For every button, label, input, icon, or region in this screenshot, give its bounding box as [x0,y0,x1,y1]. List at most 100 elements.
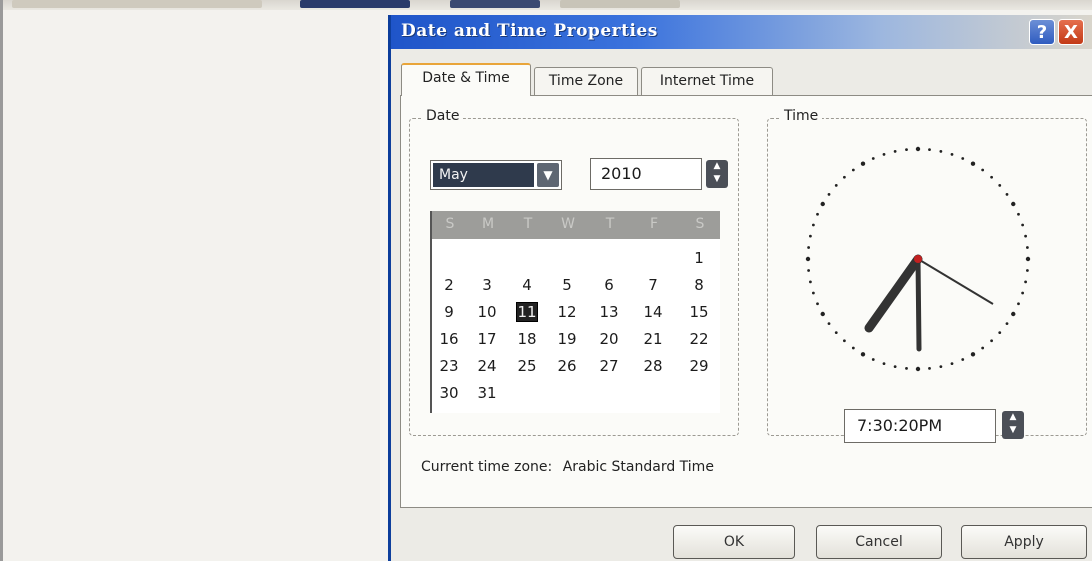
calendar-day[interactable]: 9 [434,301,464,323]
clock-dot [1011,311,1016,317]
spin-up-icon[interactable]: ▲ [706,160,728,173]
chevron-down-icon[interactable]: ▼ [537,163,559,187]
ok-button[interactable]: OK [673,525,795,559]
clock-dot [915,366,921,372]
calendar-day[interactable]: 4 [512,274,542,296]
clock-dot [990,175,994,179]
clock-dot [860,161,866,166]
calendar-day[interactable]: 26 [552,355,582,377]
calendar-day[interactable]: 10 [472,301,502,323]
clock-dot [939,365,943,368]
clock-dot [871,358,875,361]
weekday-label: W [561,216,575,232]
calendar-day[interactable]: 13 [594,301,624,323]
clock-dot [970,161,976,166]
calendar-day[interactable]: 17 [472,328,502,350]
calendar-day[interactable]: 2 [434,274,464,296]
calendar-day[interactable]: 22 [684,328,714,350]
apply-button[interactable]: Apply [961,525,1087,559]
clock-dot [842,339,846,343]
current-timezone: Current time zone: Arabic Standard Time [421,459,714,475]
calendar-day[interactable]: 1 [684,247,714,269]
help-button[interactable]: ? [1029,19,1055,45]
weekday-label: T [523,216,533,232]
tab-internet-time[interactable]: Internet Time [641,67,773,95]
calendar-day[interactable]: 29 [684,355,714,377]
clock-dot [981,168,985,172]
spin-up-icon[interactable]: ▲ [1002,411,1024,424]
clock-dot [809,280,812,284]
clock-dot [827,322,831,326]
title-bar[interactable]: Date and Time Properties ? X [391,15,1092,49]
clock-dot [928,366,931,370]
month-value: May [433,163,534,187]
clock-dot [939,150,943,153]
clock-dot [1005,322,1009,326]
calendar-day[interactable]: 6 [594,274,624,296]
calendar-day[interactable]: 7 [638,274,668,296]
tab-date-time[interactable]: Date & Time [401,63,531,96]
clock-dot [1025,256,1031,262]
weekday-label: S [695,216,705,232]
clock-dot [816,302,819,306]
weekday-header: S M T W T F S [432,211,720,239]
calendar-day[interactable]: 20 [594,328,624,350]
clock-dot [834,331,838,335]
clock-dot [905,366,908,370]
cancel-button[interactable]: Cancel [816,525,942,559]
calendar-day[interactable]: 14 [638,301,668,323]
close-button[interactable]: X [1058,19,1084,45]
clock-dot [990,339,994,343]
calendar-day[interactable]: 5 [552,274,582,296]
calendar-day[interactable]: 27 [594,355,624,377]
calendar-day[interactable]: 28 [638,355,668,377]
calendar-day[interactable]: 21 [638,328,668,350]
spin-down-icon[interactable]: ▼ [706,173,728,186]
clock-dot [1005,192,1009,196]
time-group-label: Time [780,108,823,124]
calendar-day[interactable]: 18 [512,328,542,350]
analog-clock [805,146,1031,372]
month-calendar[interactable]: S M T W T F S 1 2 3 4 5 6 7 8 9 10 11 12 13 14 15 16 17 1… [430,211,720,413]
weekday-label: M [481,216,495,232]
clock-dot [811,223,815,227]
calendar-day[interactable]: 3 [472,274,502,296]
clock-dot [950,362,954,366]
tab-panel-date-time: Date May ▼ 2010 ▲ ▼ S M T W T F S 1 2 3 … [400,95,1092,508]
month-dropdown[interactable]: May ▼ [430,160,562,190]
clock-dot [950,152,954,156]
clock-dot [851,346,855,350]
clock-dot [998,183,1002,187]
time-spinner[interactable]: ▲ ▼ [1002,411,1024,439]
clock-dot [860,352,866,357]
calendar-day[interactable]: 24 [472,355,502,377]
clock-dot [915,146,921,152]
calendar-day[interactable]: 19 [552,328,582,350]
clock-dot [1021,291,1025,295]
clock-dot [871,157,875,160]
clock-center [914,255,922,263]
weekday-label: F [649,216,659,232]
year-field[interactable]: 2010 [590,158,702,190]
calendar-day[interactable]: 23 [434,355,464,377]
clock-dot [970,352,976,357]
weekday-label: S [445,216,455,232]
calendar-day[interactable]: 30 [434,382,464,404]
tab-time-zone[interactable]: Time Zone [534,67,638,95]
clock-dot [961,358,965,361]
clock-dot [807,246,811,249]
calendar-day[interactable]: 25 [512,355,542,377]
clock-dot [893,365,897,368]
calendar-day[interactable]: 8 [684,274,714,296]
clock-dot [928,148,931,152]
clock-dot [893,150,897,153]
time-field[interactable]: 7:30:20PM [844,409,996,443]
calendar-day[interactable]: 15 [684,301,714,323]
calendar-day[interactable]: 16 [434,328,464,350]
clock-hour-hand [864,254,923,333]
spin-down-icon[interactable]: ▼ [1002,424,1024,437]
year-spinner[interactable]: ▲ ▼ [706,160,728,188]
calendar-day[interactable]: 31 [472,382,502,404]
calendar-day[interactable]: 11 [516,302,538,322]
calendar-day[interactable]: 12 [552,301,582,323]
